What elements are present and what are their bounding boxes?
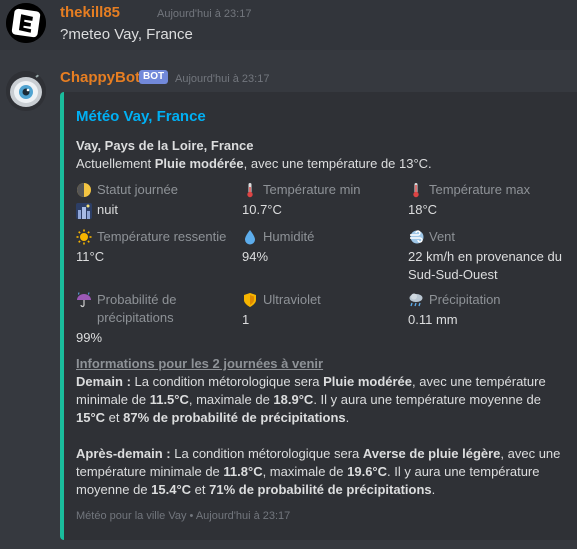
field-value: 1 (242, 312, 250, 327)
day1-label: Demain : (76, 374, 131, 389)
current-prefix: Actuellement (76, 156, 155, 171)
forecast-day1: Demain : La condition métorologique sera… (76, 373, 566, 427)
day1-max: 18.9°C (273, 392, 314, 407)
forecast-section: Informations pour les 2 journées à venir… (76, 355, 566, 499)
day2-prob: 71% de probabilité de précipitations (209, 482, 432, 497)
username-thekill85[interactable]: thekill85 (60, 4, 120, 21)
day1-text: La condition métorologique sera (130, 374, 324, 389)
field-name: Température ressentie (97, 229, 227, 244)
eye-robot-icon (6, 71, 46, 111)
message-content: ?meteo Vay, France (60, 26, 193, 43)
day1-text: . (345, 410, 350, 425)
message-timestamp: Aujourd'hui à 23:17 (175, 73, 270, 85)
embed-footer: Météo pour la ville Vay • Aujourd'hui à … (76, 510, 290, 522)
avatar-chappybot[interactable] (6, 71, 46, 111)
field-value: 11°C (76, 249, 105, 264)
field-value: 22 km/h en provenance du Sud-Sud-Ouest (408, 249, 562, 282)
day1-prob: 87% de probabilité de précipitations (123, 410, 346, 425)
field-temperature-max: Température max 18°C (408, 181, 530, 219)
day1-avg: 15°C (76, 410, 106, 425)
field-precipitation: Précipitation 0.11 mm (408, 291, 501, 329)
field-value: 99% (76, 330, 103, 345)
field-name: Humidité (263, 229, 315, 244)
field-value: 94% (242, 249, 269, 264)
footer-separator: • (189, 510, 194, 522)
field-value: nuit (97, 202, 118, 217)
day2-text: et (191, 482, 210, 497)
location-text: Vay, Pays de la Loire, France (76, 138, 254, 153)
current-condition: Pluie modérée (154, 156, 244, 171)
droplet-icon (242, 229, 258, 245)
username-chappybot[interactable]: ChappyBot (60, 69, 140, 86)
field-statut-journee: Statut journée nuit (76, 181, 178, 219)
field-temperature-ressentie: Température ressentie 11°C (76, 228, 226, 266)
field-value: 0.11 mm (408, 312, 458, 327)
thermometer-icon (408, 182, 424, 198)
footer-timestamp: Aujourd'hui à 23:17 (195, 510, 291, 522)
field-value: 10.7°C (242, 202, 282, 217)
umbrella-rain-icon (76, 292, 92, 308)
day1-text: , maximale de (188, 392, 274, 407)
thermometer-icon (242, 182, 258, 198)
embed-title[interactable]: Météo Vay, France (76, 108, 206, 125)
day2-text: . (431, 482, 436, 497)
field-name: Statut journée (97, 182, 178, 197)
current-suffix: , avec une température de 13°C. (243, 156, 432, 171)
message-thekill85: thekill85 Aujourd'hui à 23:17 ?meteo Vay… (0, 0, 577, 50)
cloud-rain-icon (408, 292, 424, 308)
day2-avg: 15.4°C (151, 482, 192, 497)
field-name: Température min (263, 182, 361, 197)
day2-min: 11.8°C (223, 464, 263, 479)
field-value: 18°C (408, 202, 438, 217)
day2-text: , maximale de (262, 464, 348, 479)
sun-icon (76, 229, 92, 245)
field-name: Probabilité de précipitations (97, 292, 177, 325)
field-humidite: Humidité 94% (242, 228, 314, 266)
field-probabilite-precipitations: Probabilité de précipitations 99% (76, 291, 216, 347)
field-temperature-min: Température min 10.7°C (242, 181, 361, 219)
message-timestamp: Aujourd'hui à 23:17 (157, 8, 252, 20)
bot-badge: BOT (139, 70, 169, 84)
field-name: Précipitation (429, 292, 501, 307)
forecast-day2: Après-demain : La condition métorologiqu… (76, 445, 566, 499)
day2-text: La condition métorologique sera (170, 446, 363, 461)
embed-description: Vay, Pays de la Loire, France Actuelleme… (76, 137, 432, 173)
footer-text: Météo pour la ville Vay (76, 510, 187, 522)
half-moon-icon (76, 182, 92, 198)
day1-condition: Pluie modérée (323, 374, 413, 389)
wind-icon (408, 229, 424, 245)
day2-condition: Averse de pluie légère (362, 446, 501, 461)
field-name: Vent (429, 229, 456, 244)
weather-embed: Météo Vay, France Vay, Pays de la Loire,… (60, 92, 577, 540)
field-vent: Vent 22 km/h en provenance du Sud-Sud-Ou… (408, 228, 568, 284)
field-name: Ultraviolet (263, 292, 321, 307)
field-ultraviolet: Ultraviolet 1 (242, 291, 321, 329)
day2-label: Après-demain : (76, 446, 171, 461)
e-logo-icon (6, 3, 46, 43)
field-name: Température max (429, 182, 531, 197)
day1-min: 11.5°C (149, 392, 189, 407)
forecast-title: Informations pour les 2 journées à venir (76, 356, 324, 371)
night-city-icon (76, 203, 92, 219)
day2-max: 19.6°C (347, 464, 388, 479)
shield-icon (242, 292, 258, 308)
avatar-thekill85[interactable] (6, 3, 46, 43)
day1-text: . Il y aura une température moyenne de (313, 392, 541, 407)
day1-text: et (105, 410, 124, 425)
